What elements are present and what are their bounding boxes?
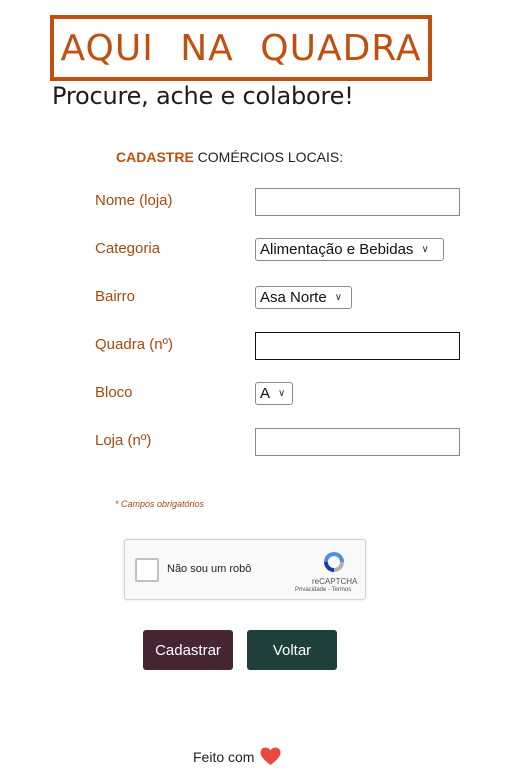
quadra-input[interactable] [255, 332, 460, 360]
categoria-value: Alimentação e Bebidas [260, 241, 414, 258]
footer-text: Feito com [193, 748, 255, 765]
bloco-value: A [260, 385, 271, 402]
loja-input[interactable] [255, 428, 460, 456]
loja-label: Loja (nº) [95, 432, 152, 449]
recaptcha-brand: reCAPTCHA [312, 577, 358, 586]
categoria-label: Categoria [95, 240, 161, 257]
chevron-down-icon: ∨ [421, 244, 429, 255]
recaptcha-links[interactable]: Privacidade - Termos [295, 587, 351, 593]
bairro-label: Bairro [95, 288, 136, 305]
footer: Feito com [193, 747, 281, 766]
form-title-rest: COMÉRCIOS LOCAIS: [193, 149, 344, 165]
recaptcha-widget: Não sou um robô reCAPTCHA Privacidade - … [124, 539, 366, 600]
heart-icon [260, 747, 281, 765]
nome-input[interactable] [255, 188, 460, 216]
nome-label: Nome (loja) [95, 192, 173, 209]
chevron-down-icon: ∨ [278, 388, 286, 399]
chevron-down-icon: ∨ [334, 292, 343, 303]
bairro-value: Asa Norte [260, 289, 327, 306]
bloco-select[interactable]: A ∨ [255, 382, 293, 405]
bloco-label: Bloco [95, 384, 133, 401]
site-logo: AQUI NA QUADRA [50, 15, 432, 81]
cadastrar-button[interactable]: Cadastrar [143, 630, 233, 670]
logo-text: AQUI NA QUADRA [60, 27, 422, 69]
tagline: Procure, ache e colabore! [52, 82, 354, 110]
recaptcha-checkbox[interactable] [135, 558, 159, 582]
required-note: * Campos obrigatórios [115, 499, 205, 509]
bairro-select[interactable]: Asa Norte ∨ [255, 286, 352, 309]
form-title: CADASTRE COMÉRCIOS LOCAIS: [116, 149, 343, 165]
recaptcha-icon [324, 552, 344, 572]
voltar-button[interactable]: Voltar [247, 630, 337, 670]
form-title-strong: CADASTRE [116, 149, 194, 165]
quadra-label: Quadra (nº) [95, 336, 174, 353]
recaptcha-label: Não sou um robô [167, 563, 252, 575]
categoria-select[interactable]: Alimentação e Bebidas ∨ [255, 238, 444, 261]
